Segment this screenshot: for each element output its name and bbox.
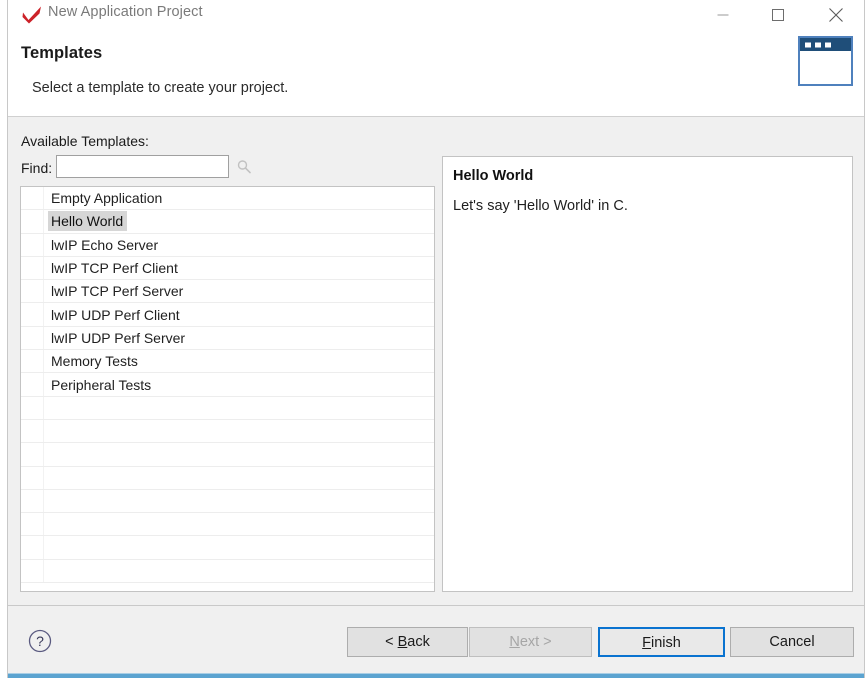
- list-item[interactable]: lwIP TCP Perf Client: [21, 257, 434, 280]
- description-title: Hello World: [453, 168, 533, 184]
- list-item-empty[interactable]: [21, 467, 434, 490]
- finish-button[interactable]: Finish: [598, 627, 725, 657]
- close-icon[interactable]: [813, 0, 859, 30]
- list-item[interactable]: lwIP UDP Perf Client: [21, 303, 434, 326]
- list-item-label: lwIP Echo Server: [48, 235, 162, 255]
- red-check-logo-icon: [21, 5, 43, 25]
- window-bottom-accent: [8, 674, 865, 678]
- page-description: Select a template to create your project…: [32, 80, 288, 96]
- list-item-gutter: [21, 210, 44, 232]
- list-item-gutter: [21, 536, 44, 558]
- list-item-label: Empty Application: [48, 188, 166, 208]
- list-item-empty[interactable]: [21, 536, 434, 559]
- cancel-button[interactable]: Cancel: [730, 627, 854, 657]
- find-label: Find:: [21, 160, 52, 176]
- dialog-button-bar: ? < Back Next > Finish Cancel: [8, 605, 864, 674]
- templates-listbox[interactable]: Empty Application Hello World lwIP Echo Se…: [20, 186, 435, 592]
- list-item-gutter: [21, 490, 44, 512]
- back-button[interactable]: < Back: [347, 627, 468, 657]
- list-item-gutter: [21, 234, 44, 256]
- list-item[interactable]: lwIP TCP Perf Server: [21, 280, 434, 303]
- search-icon[interactable]: [236, 159, 252, 175]
- list-item-label: Hello World: [48, 211, 127, 231]
- dialog-header: New Application Project Templates Select…: [8, 0, 864, 117]
- minimize-icon[interactable]: [700, 0, 746, 30]
- list-item-gutter: [21, 560, 44, 582]
- available-templates-label: Available Templates:: [21, 133, 149, 149]
- new-application-project-dialog: New Application Project Templates Select…: [7, 0, 865, 678]
- list-item-gutter: [21, 397, 44, 419]
- list-item-gutter: [21, 187, 44, 209]
- list-item-label: Peripheral Tests: [48, 375, 155, 395]
- list-item-gutter: [21, 373, 44, 395]
- list-item-gutter: [21, 303, 44, 325]
- wizard-window-banner-icon: [798, 36, 853, 86]
- list-item-empty[interactable]: [21, 443, 434, 466]
- list-item-gutter: [21, 420, 44, 442]
- list-item-label: lwIP TCP Perf Server: [48, 281, 187, 301]
- list-item-label: Memory Tests: [48, 351, 142, 371]
- dialog-body: Available Templates: Find: Empty Applica…: [8, 118, 864, 605]
- maximize-icon[interactable]: [755, 0, 801, 30]
- find-input[interactable]: [56, 155, 229, 178]
- list-item-gutter: [21, 443, 44, 465]
- description-text: Let's say 'Hello World' in C.: [453, 198, 628, 214]
- template-description-panel: Hello World Let's say 'Hello World' in C…: [442, 156, 853, 592]
- list-item-gutter: [21, 327, 44, 349]
- background-window-sliver: [0, 0, 7, 678]
- list-item[interactable]: Memory Tests: [21, 350, 434, 373]
- list-item[interactable]: Hello World: [21, 210, 434, 233]
- list-item-label: lwIP UDP Perf Server: [48, 328, 189, 348]
- list-item-label: lwIP UDP Perf Client: [48, 305, 184, 325]
- list-item-empty[interactable]: [21, 513, 434, 536]
- list-item-gutter: [21, 513, 44, 535]
- list-item-gutter: [21, 280, 44, 302]
- list-item-empty[interactable]: [21, 397, 434, 420]
- list-item-label: lwIP TCP Perf Client: [48, 258, 182, 278]
- title-bar[interactable]: New Application Project: [8, 0, 864, 30]
- list-item-empty[interactable]: [21, 420, 434, 443]
- list-item[interactable]: lwIP Echo Server: [21, 234, 434, 257]
- list-item-gutter: [21, 467, 44, 489]
- list-item-gutter: [21, 350, 44, 372]
- next-button: Next >: [469, 627, 592, 657]
- list-item[interactable]: Peripheral Tests: [21, 373, 434, 396]
- list-item[interactable]: lwIP UDP Perf Server: [21, 327, 434, 350]
- list-item-empty[interactable]: [21, 490, 434, 513]
- list-item[interactable]: Empty Application: [21, 187, 434, 210]
- page-title: Templates: [21, 44, 102, 63]
- list-item-gutter: [21, 257, 44, 279]
- window-title: New Application Project: [48, 4, 203, 20]
- help-question-icon[interactable]: ?: [28, 629, 52, 653]
- list-item-empty[interactable]: [21, 560, 434, 583]
- svg-text:?: ?: [36, 633, 44, 649]
